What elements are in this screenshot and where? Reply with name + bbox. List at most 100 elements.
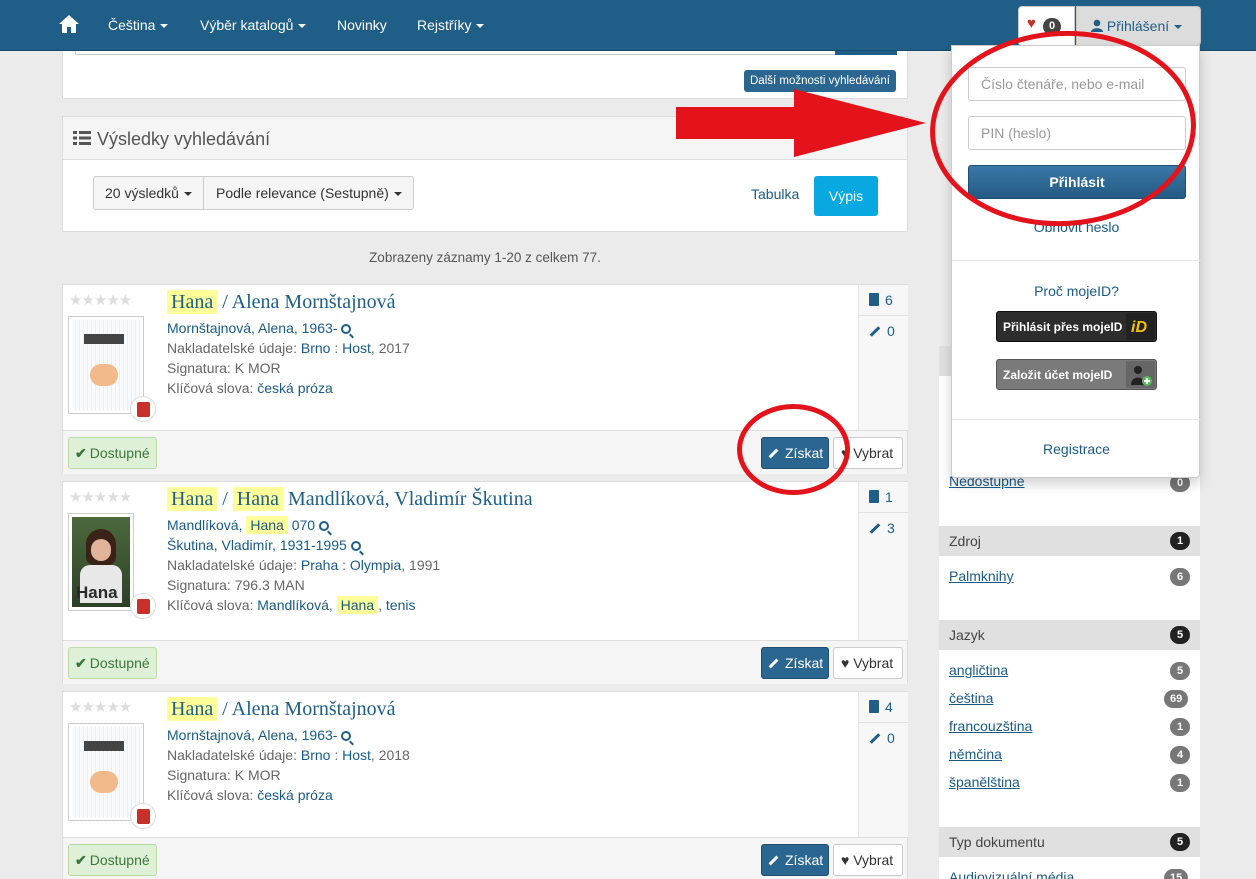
keyword-link[interactable]: česká próza [257,787,332,803]
record-author: Mornštajnová, Alena, 1963- [167,320,352,336]
mojeid-logo-icon: iD [1126,313,1155,340]
check-icon: ✔ [75,852,87,868]
facet-item[interactable]: angličtina [949,662,1008,678]
results-summary: Zobrazeny záznamy 1-20 z celkem 77. [369,250,601,265]
facet-count-badge: 1 [1170,774,1190,792]
select-button[interactable]: ♥ Vybrat [833,647,903,679]
copies-count[interactable]: 6 [869,292,893,308]
record-signature: Signatura: K MOR [167,767,281,783]
facet-header-doctype[interactable]: Typ dokumentu [939,827,1200,857]
get-button[interactable]: Získat [761,647,829,679]
publisher-link[interactable]: Host [342,340,371,356]
facet-count-badge: 1 [1170,532,1190,550]
record-title[interactable]: Hana / Alena Mornštajnová [167,290,396,314]
book-icon [869,293,879,306]
select-button[interactable]: ♥ Vybrat [833,844,903,876]
facet-item[interactable]: němčina [949,746,1002,762]
facet-item[interactable]: Palmknihy [949,568,1014,584]
mojeid-create-button[interactable]: Založit účet mojeID [996,359,1157,390]
caret-down-icon [476,24,485,29]
record-publisher: Nakladatelské údaje: Praha : Olympia, 19… [167,557,441,573]
publisher-place-link[interactable]: Brno [301,340,331,356]
reviews-count[interactable]: 0 [869,323,895,339]
facet-header-language[interactable]: Jazyk [939,620,1200,650]
reviews-count[interactable]: 3 [869,520,895,536]
results-per-page-select[interactable]: 20 výsledků [93,176,204,210]
record-counts: 1 3 [858,482,908,640]
view-table-link[interactable]: Tabulka [751,186,799,202]
search-icon[interactable] [341,731,352,741]
nav-news[interactable]: Novinky [337,0,387,51]
pencil-icon [768,855,779,866]
facet-header-source[interactable]: Zdroj [939,526,1200,556]
copies-count[interactable]: 4 [869,699,893,715]
home-icon[interactable] [58,13,80,35]
publisher-place-link[interactable]: Brno [301,747,331,763]
availability-badge[interactable]: ✔ Dostupné [68,647,157,679]
rating-stars[interactable]: ★★★★★ [69,291,132,309]
record-footer: ✔ Dostupné Získat ♥ Vybrat [63,640,907,684]
add-user-icon [1126,361,1155,388]
heart-icon: ♥ [1027,15,1036,32]
book-cover[interactable]: Hana [68,513,134,611]
author-link[interactable]: Mandlíková, Hana 070 [167,516,315,534]
availability-badge[interactable]: ✔ Dostupné [68,844,157,876]
why-mojeid-link[interactable]: Proč mojeID? [952,283,1201,299]
keyword-link[interactable]: Mandlíková [257,597,329,613]
book-icon [869,490,879,503]
record-author: Mandlíková, Hana 070 [167,516,330,534]
facet-item[interactable]: Audiovizuální média [949,869,1074,879]
check-icon: ✔ [75,655,87,671]
publisher-place-link[interactable]: Praha [301,557,338,573]
facet-item[interactable]: španělština [949,774,1020,790]
record-title[interactable]: Hana / Alena Mornštajnová [167,697,396,721]
view-list-button[interactable]: Výpis [814,176,878,216]
divider [952,260,1201,261]
nav-language[interactable]: Čeština [108,0,169,51]
keyword-link[interactable]: česká próza [257,380,332,396]
author-link[interactable]: Mornštajnová, Alena, 1963- [167,727,337,743]
facet-count-badge: 6 [1170,568,1190,586]
search-input-edge[interactable] [75,51,895,55]
facet-language-list: angličtina 5 čeština 69 francouzština 1 … [939,650,1200,827]
reviews-count[interactable]: 0 [869,730,895,746]
publisher-link[interactable]: Host [342,747,371,763]
mojeid-login-button[interactable]: Přihlásit přes mojeID iD [996,311,1157,342]
nav-catalog-select[interactable]: Výběr katalogů [200,0,307,51]
search-icon[interactable] [350,541,361,551]
author-link[interactable]: Škutina, Vladimír, 1931-1995 [167,537,347,553]
search-icon[interactable] [319,521,330,531]
facet-source-list: Palmknihy 6 [939,556,1200,620]
list-icon [73,131,91,145]
caret-down-icon [393,192,402,197]
get-button[interactable]: Získat [761,844,829,876]
publisher-link[interactable]: Olympia [350,557,401,573]
record-title[interactable]: Hana / Hana Mandlíková, Vladimír Škutina [167,487,533,511]
record-counts: 4 0 [858,692,908,837]
rating-stars[interactable]: ★★★★★ [69,698,132,716]
facet-count-badge: 69 [1164,690,1189,708]
annotation-circle-get [737,404,850,495]
sort-select[interactable]: Podle relevance (Sestupně) [203,176,414,210]
rating-stars[interactable]: ★★★★★ [69,488,132,506]
divider [952,419,1201,420]
keyword-link[interactable]: tenis [386,597,416,613]
register-link[interactable]: Registrace [952,441,1201,457]
caret-down-icon [183,192,192,197]
availability-badge[interactable]: ✔ Dostupné [68,437,157,469]
heart-icon: ♥ [841,655,850,671]
caret-down-icon [1174,25,1183,30]
record-footer: ✔ Dostupné Získat ♥ Vybrat [63,837,907,879]
keyword-link[interactable]: Hana [336,596,379,614]
search-icon[interactable] [341,324,352,334]
cover-title: Hana [76,583,118,602]
user-icon [1091,19,1103,32]
search-button-edge[interactable] [835,51,897,55]
author-link[interactable]: Mornštajnová, Alena, 1963- [167,320,337,336]
facet-item[interactable]: čeština [949,690,993,706]
facet-item[interactable]: francouzština [949,718,1032,734]
facet-count-badge: 5 [1170,662,1190,680]
copies-count[interactable]: 1 [869,489,893,505]
nav-indexes[interactable]: Rejstříky [417,0,485,51]
book-format-icon [130,396,156,422]
